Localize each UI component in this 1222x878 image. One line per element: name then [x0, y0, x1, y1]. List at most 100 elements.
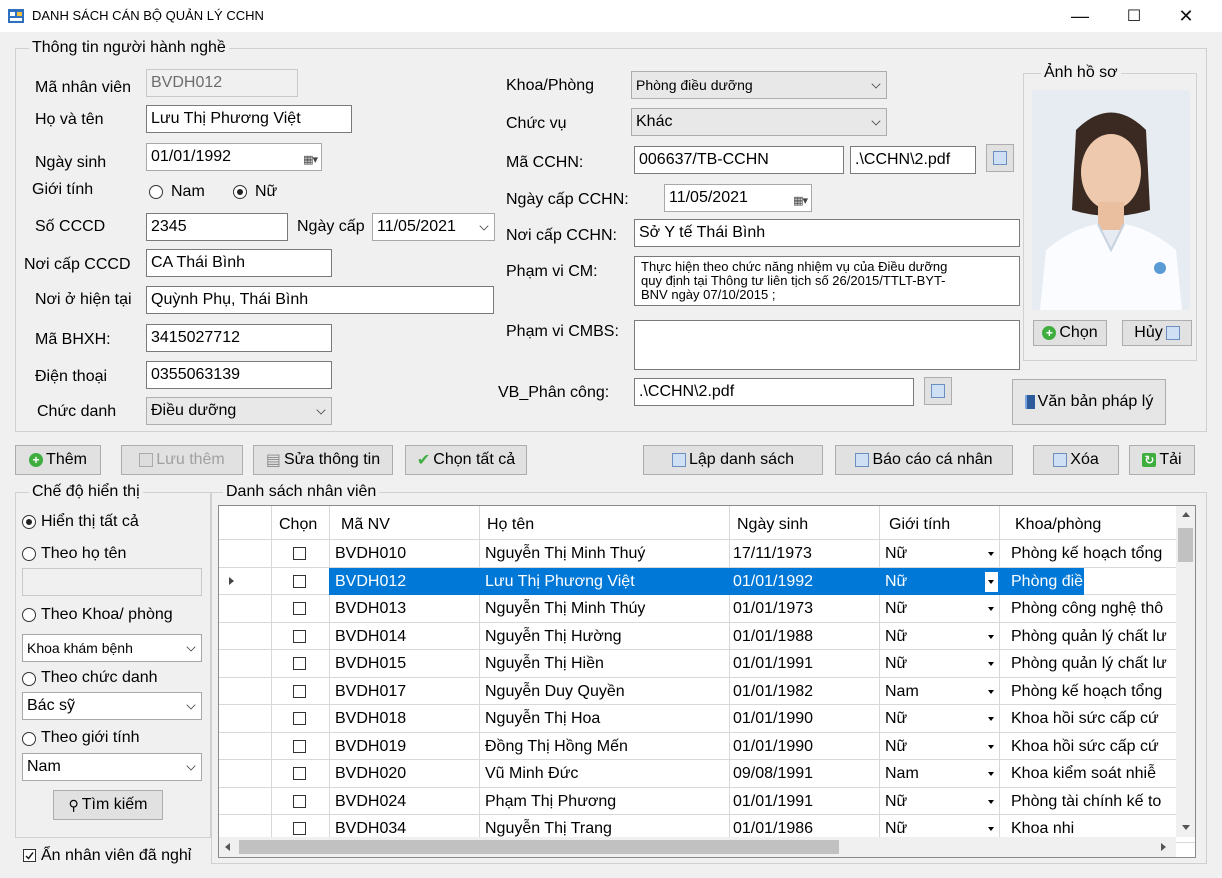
cccd-field[interactable]: 2345	[146, 213, 288, 241]
noi-cap-cccd-field[interactable]: CA Thái Bình	[146, 249, 332, 277]
scroll-down-icon[interactable]	[1182, 825, 1190, 830]
pham-vi-cmbs-field[interactable]	[634, 320, 1020, 370]
gender-dropdown-icon[interactable]	[985, 571, 998, 592]
scroll-left-icon[interactable]	[225, 843, 230, 851]
khoa-filter-combo[interactable]: Khoa khám bệnh	[22, 634, 202, 662]
noi-o-field[interactable]: Quỳnh Phụ, Thái Bình	[146, 286, 494, 314]
row-checkbox[interactable]	[293, 822, 306, 835]
maximize-button[interactable]: ☐	[1112, 0, 1156, 32]
row-checkbox[interactable]	[293, 574, 306, 588]
col-header-ma[interactable]: Mã NV	[341, 508, 390, 542]
col-header-ngay[interactable]: Ngày sinh	[737, 508, 808, 542]
hide-retired-label: Ẩn nhân viên đã nghỉ	[41, 847, 192, 864]
row-checkbox[interactable]	[293, 629, 306, 643]
sua-thong-tin-button[interactable]: ▤ Sửa thông tin	[253, 445, 393, 475]
gender-dropdown-icon[interactable]	[985, 737, 998, 757]
tai-button[interactable]: ↻ Tải	[1129, 445, 1195, 475]
table-row[interactable]: BVDH024 Phạm Thị Phương 01/01/1991 Nữ Phòng …	[219, 788, 1195, 815]
calendar-dropdown-icon[interactable]: ▦▾	[303, 150, 318, 170]
chuc-danh-filter-combo[interactable]: Bác sỹ	[22, 692, 202, 720]
gender-dropdown-icon[interactable]	[985, 654, 998, 674]
nam-radio[interactable]	[149, 185, 163, 199]
huy-photo-button[interactable]: Hủy	[1122, 320, 1192, 346]
by-chuc-danh-radio[interactable]	[22, 672, 36, 686]
row-checkbox[interactable]	[293, 739, 306, 753]
scroll-thumb[interactable]	[1178, 528, 1193, 562]
row-pointer-icon	[229, 576, 234, 585]
bhxh-field[interactable]: 3415027712	[146, 324, 332, 352]
tim-kiem-button[interactable]: ⚲ Tìm kiếm	[53, 790, 163, 820]
vertical-scrollbar[interactable]	[1176, 506, 1195, 837]
ngay-sinh-picker[interactable]: 01/01/1992 ▦▾	[146, 143, 322, 171]
ngay-cap-combo[interactable]: 11/05/2021	[372, 213, 495, 241]
by-name-radio[interactable]	[22, 547, 36, 561]
minimize-button[interactable]: —	[1058, 0, 1102, 32]
chon-tat-ca-button[interactable]: ✔ Chọn tất cả	[405, 445, 527, 475]
khoa-combo[interactable]: Phòng điều dưỡng	[631, 71, 887, 99]
table-row[interactable]: BVDH010 Nguyễn Thị Minh Thuý 17/11/1973 Nữ P…	[219, 540, 1195, 568]
gender-dropdown-icon[interactable]	[985, 627, 998, 647]
vb-field[interactable]: .\CCHN\2.pdf	[634, 378, 914, 406]
gender-dropdown-icon[interactable]	[985, 764, 998, 784]
gender-dropdown-icon[interactable]	[985, 792, 998, 812]
cell-ten: Đồng Thị Hồng Mến	[485, 737, 628, 755]
row-checkbox[interactable]	[293, 767, 306, 780]
cell-gt: Nữ	[885, 792, 908, 810]
nu-radio[interactable]	[233, 185, 247, 199]
row-checkbox[interactable]	[293, 684, 306, 698]
xoa-button[interactable]: Xóa	[1033, 445, 1119, 475]
col-header-ten[interactable]: Họ tên	[487, 508, 534, 542]
gender-dropdown-icon[interactable]	[985, 544, 998, 564]
gender-dropdown-icon[interactable]	[985, 819, 998, 839]
by-khoa-radio[interactable]	[22, 608, 36, 622]
col-header-khoa[interactable]: Khoa/phòng	[1015, 508, 1101, 542]
close-button[interactable]: ✕	[1164, 0, 1208, 32]
chuc-danh-combo[interactable]: Điều dưỡng	[146, 397, 332, 425]
ma-nv-field[interactable]: BVDH012	[146, 69, 298, 97]
vb-browse-button[interactable]	[924, 377, 952, 405]
row-checkbox[interactable]	[293, 547, 306, 560]
bao-cao-ca-nhan-button[interactable]: Báo cáo cá nhân	[835, 445, 1013, 475]
table-row[interactable]: BVDH013 Nguyễn Thị Minh Thúy 01/01/1973 Nữ P…	[219, 595, 1195, 623]
row-checkbox[interactable]	[293, 794, 306, 808]
col-header-chon[interactable]: Chọn	[279, 508, 317, 542]
ma-cchn-field[interactable]: 006637/TB-CCHN	[634, 146, 844, 174]
gender-dropdown-icon[interactable]	[985, 709, 998, 729]
table-row[interactable]: BVDH019 Đồng Thị Hồng Mến 01/01/1990 Nữ Khoa…	[219, 733, 1195, 760]
dien-thoai-field[interactable]: 0355063139	[146, 361, 332, 389]
luu-them-button[interactable]: Lưu thêm	[121, 445, 243, 475]
row-checkbox[interactable]	[293, 657, 306, 670]
table-row[interactable]: BVDH020 Vũ Minh Đức 09/08/1991 Nam Khoa kiểm…	[219, 760, 1195, 788]
gioi-tinh-filter-combo[interactable]: Nam	[22, 753, 202, 781]
table-row[interactable]: BVDH014 Nguyễn Thị Hường 01/01/1988 Nữ Phòng…	[219, 623, 1195, 650]
hide-retired-checkbox[interactable]	[23, 849, 36, 862]
all-radio[interactable]	[22, 515, 36, 529]
cchn-file-field[interactable]: .\CCHN\2.pdf	[850, 146, 976, 174]
chon-photo-button[interactable]: + Chọn	[1033, 320, 1107, 346]
row-checkbox[interactable]	[293, 712, 306, 725]
van-ban-phap-ly-button[interactable]: Văn bản pháp lý	[1012, 379, 1166, 425]
by-gioi-tinh-radio[interactable]	[22, 732, 36, 746]
noi-cap-cchn-field[interactable]: Sở Y tế Thái Bình	[634, 219, 1020, 247]
row-checkbox[interactable]	[293, 602, 306, 615]
scroll-h-thumb[interactable]	[239, 840, 839, 854]
table-row[interactable]: BVDH012 Lưu Thị Phương Việt 01/01/1992 Nữ Ph…	[219, 567, 1195, 595]
scroll-right-icon[interactable]	[1161, 843, 1166, 851]
table-row[interactable]: BVDH017 Nguyễn Duy Quyền 01/01/1982 Nam Phòn…	[219, 678, 1195, 705]
lap-danh-sach-button[interactable]: Lập danh sách	[643, 445, 823, 475]
table-row[interactable]: BVDH015 Nguyễn Thị Hiền 01/01/1991 Nữ Phòng …	[219, 650, 1195, 678]
gender-dropdown-icon[interactable]	[985, 599, 998, 619]
ho-ten-field[interactable]: Lưu Thị Phương Việt	[146, 105, 352, 133]
pham-vi-field[interactable]: Thực hiện theo chức năng nhiệm vụ của Đi…	[634, 256, 1020, 306]
ngay-cap-cchn-picker[interactable]: 11/05/2021 ▦▾	[664, 184, 812, 212]
chuc-vu-combo[interactable]: Khác	[631, 108, 887, 136]
name-search-input[interactable]	[22, 568, 202, 596]
gender-dropdown-icon[interactable]	[985, 682, 998, 702]
them-button[interactable]: + Thêm	[15, 445, 101, 475]
cchn-file-browse-button[interactable]	[986, 144, 1014, 172]
table-row[interactable]: BVDH018 Nguyễn Thị Hoa 01/01/1990 Nữ Khoa hồ…	[219, 705, 1195, 733]
calendar-dropdown-icon[interactable]: ▦▾	[793, 191, 808, 211]
col-header-gt[interactable]: Giới tính	[889, 508, 950, 542]
horizontal-scrollbar[interactable]	[219, 837, 1176, 857]
scroll-up-icon[interactable]	[1182, 512, 1190, 517]
